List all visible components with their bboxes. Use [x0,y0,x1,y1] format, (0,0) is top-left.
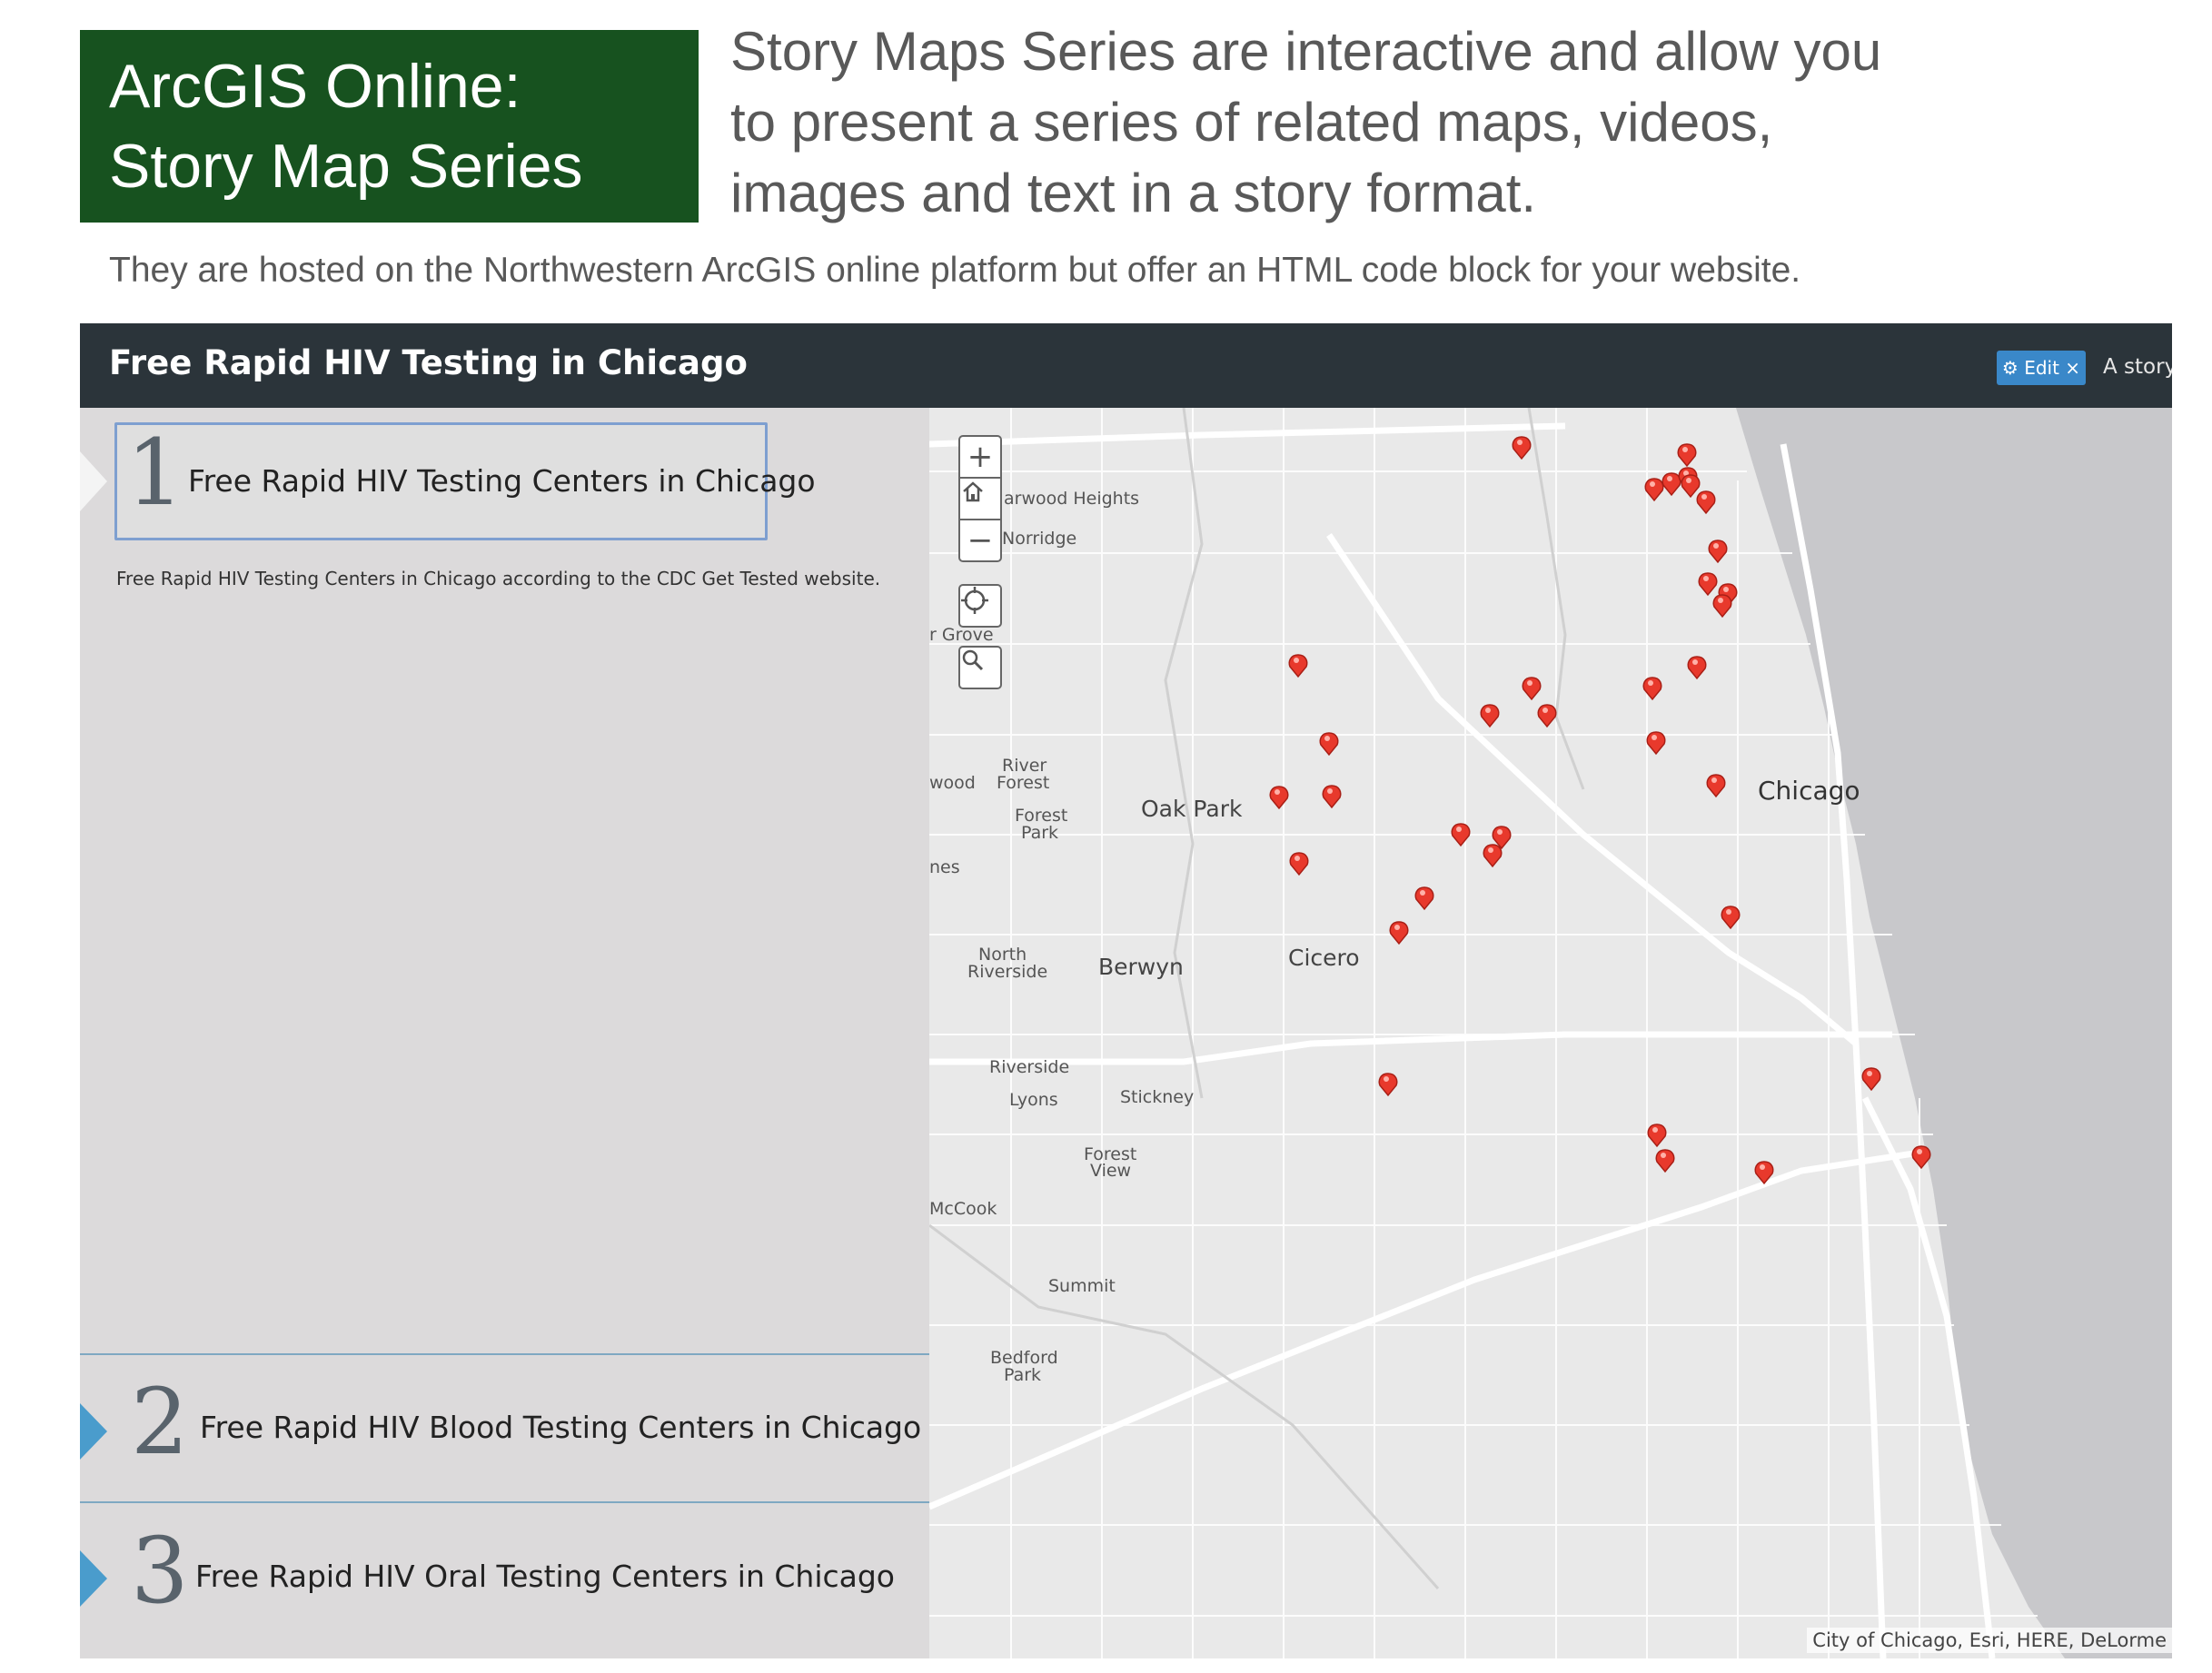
entries-sidebar: 1 Free Rapid HIV Testing Centers in Chic… [80,408,929,1658]
gear-icon: ⚙ [2001,357,2019,379]
hosting-note: They are hosted on the Northwestern ArcG… [109,251,1801,290]
place-label: Park [1021,823,1059,843]
intro-text: Story Maps Series are interactive and al… [730,16,1911,229]
place-label: Norridge [1002,529,1077,549]
place-label: Park [1004,1365,1042,1385]
plus-icon: + [967,439,994,475]
place-label: Stickney [1120,1087,1195,1107]
entry-title: Free Rapid HIV Testing Centers in Chicag… [188,463,816,499]
place-label: North [978,945,1027,965]
place-label: Forest [997,773,1050,793]
app-title: Free Rapid HIV Testing in Chicago [109,343,748,382]
edit-button[interactable]: ⚙ Edit × [1997,351,2086,385]
map-attribution: City of Chicago, Esri, HERE, DeLorme [1807,1628,2172,1653]
intro-line-3: images and text in a story format. [730,163,1537,223]
active-entry-arrow-icon [80,451,107,511]
intro-line-1: Story Maps Series are interactive and al… [730,21,1882,82]
crosshair-icon [961,587,988,614]
place-label: Summit [1048,1276,1116,1296]
basemap [929,408,2172,1658]
place-label: Bedford [990,1348,1058,1368]
place-label: r Grove [929,625,994,645]
place-label: View [1090,1161,1132,1181]
place-label: Lyons [1009,1090,1058,1110]
place-label: Riverside [989,1057,1070,1077]
home-icon [963,481,983,502]
place-label: arwood Heights [1004,489,1140,509]
entry-3[interactable]: 3 Free Rapid HIV Oral Testing Centers in… [80,1503,929,1658]
zoom-out-button[interactable]: − [958,519,1002,562]
app-header: Free Rapid HIV Testing in Chicago ⚙ Edit… [80,323,2172,408]
search-button[interactable] [958,646,1002,689]
entry-description: Free Rapid HIV Testing Centers in Chicag… [116,568,881,589]
story-map-app: Free Rapid HIV Testing in Chicago ⚙ Edit… [80,323,2172,1658]
entry-title: Free Rapid HIV Blood Testing Centers in … [200,1410,922,1445]
entry-number: 2 [131,1369,189,1475]
edit-label: Edit × [2024,357,2081,379]
place-label: Chicago [1758,776,1860,806]
title-line-2: Story Map Series [109,132,583,201]
place-label: Riverside [967,962,1048,982]
minus-icon: − [967,522,994,559]
entry-1[interactable]: 1 Free Rapid HIV Testing Centers in Chic… [114,420,816,540]
intro-line-2: to present a series of related maps, vid… [730,92,1773,153]
place-label: River [1002,756,1047,776]
entry-number: 1 [126,420,184,526]
place-label: nes [929,857,960,877]
place-label: McCook [929,1199,997,1219]
place-label: Cicero [1288,945,1360,971]
zoom-in-button[interactable]: + [958,435,1002,479]
entry-2[interactable]: 2 Free Rapid HIV Blood Testing Centers i… [80,1355,929,1501]
locate-button[interactable] [958,584,1002,628]
home-button[interactable] [958,477,1002,520]
title-box: ArcGIS Online: Story Map Series [80,30,699,223]
search-icon [962,649,984,671]
header-tagline: A story [2103,355,2172,379]
place-label: Forest [1015,806,1068,826]
map-view[interactable]: arwood Heights Norridge r Grove River Fo… [929,408,2172,1658]
entry-number: 3 [131,1518,189,1624]
place-label: Berwyn [1098,954,1184,980]
place-label: wood [929,773,976,793]
title-line-1: ArcGIS Online: [109,52,521,121]
entry-title: Free Rapid HIV Oral Testing Centers in C… [195,1559,895,1594]
place-label: Oak Park [1141,796,1243,822]
